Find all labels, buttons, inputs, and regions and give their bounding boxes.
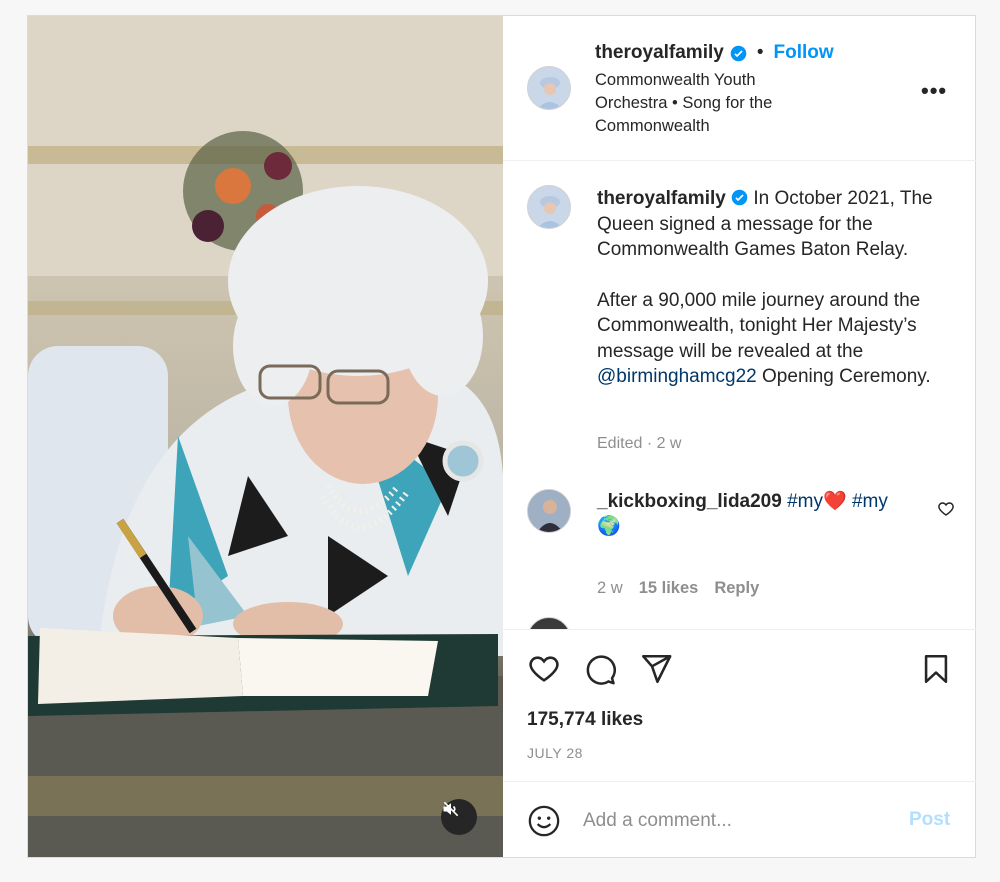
- author-username[interactable]: theroyalfamily: [595, 42, 724, 64]
- author-avatar[interactable]: [527, 66, 571, 110]
- bookmark-icon[interactable]: [919, 652, 953, 686]
- add-comment-bar: Post: [503, 782, 976, 857]
- post-button[interactable]: Post: [909, 809, 950, 831]
- mute-button[interactable]: [441, 799, 477, 835]
- comment-item: _kickboxing_lida209 #my❤️ #my 🌍: [597, 489, 927, 539]
- next-commenter-avatar[interactable]: [527, 617, 571, 629]
- caption-text: Opening Ceremony.: [762, 366, 931, 387]
- post-side-panel: theroyalfamily • Follow Commonwealth You…: [503, 16, 976, 857]
- caption-author-avatar[interactable]: [527, 185, 571, 229]
- comment-input[interactable]: [583, 804, 883, 838]
- avatar-image: [528, 490, 570, 532]
- comments-list[interactable]: theroyalfamily In October 2021, The Quee…: [503, 161, 976, 629]
- likes-count[interactable]: 175,774 likes: [527, 709, 643, 731]
- caption-author-username[interactable]: theroyalfamily: [597, 188, 726, 209]
- comment-meta: 2 w 15 likes Reply: [597, 579, 759, 598]
- comment-likes[interactable]: 15 likes: [639, 579, 699, 598]
- caption-text: After a 90,000 mile journey around the C…: [597, 289, 921, 362]
- reply-button[interactable]: Reply: [714, 579, 759, 598]
- comment-like-icon[interactable]: [937, 500, 955, 518]
- more-options-button[interactable]: •••: [921, 78, 947, 104]
- mention-link[interactable]: @birminghamcg22: [597, 366, 757, 387]
- video-frame: [28, 16, 503, 857]
- heart-emoji: ❤️: [823, 491, 847, 512]
- post-video[interactable]: [28, 16, 503, 857]
- separator-dot: •: [756, 42, 764, 63]
- follow-button[interactable]: Follow: [773, 42, 833, 64]
- post-date: JULY 28: [527, 745, 583, 761]
- post-dialog: theroyalfamily • Follow Commonwealth You…: [27, 15, 976, 858]
- hashtag-link[interactable]: #my: [787, 491, 823, 512]
- post-actions: 175,774 likes JULY 28: [503, 629, 976, 782]
- speaker-muted-icon: [443, 801, 459, 817]
- header-user-row: theroyalfamily • Follow: [595, 42, 834, 64]
- post-location[interactable]: Commonwealth Youth Orchestra • Song for …: [595, 69, 835, 138]
- share-icon[interactable]: [639, 652, 673, 686]
- comment-icon[interactable]: [583, 652, 617, 686]
- commenter-avatar[interactable]: [527, 489, 571, 533]
- verified-badge-icon: [731, 189, 748, 206]
- verified-badge-icon: [730, 45, 747, 61]
- post-header: theroyalfamily • Follow Commonwealth You…: [503, 16, 976, 161]
- avatar-image: [528, 186, 570, 228]
- hashtag-link[interactable]: #my: [852, 491, 888, 512]
- emoji-icon[interactable]: [527, 804, 561, 838]
- comment-age: 2 w: [597, 579, 623, 597]
- location-line: Commonwealth Youth: [595, 71, 756, 89]
- location-line: Commonwealth: [595, 117, 710, 135]
- post-caption: theroyalfamily In October 2021, The Quee…: [597, 186, 937, 390]
- location-line: Orchestra • Song for the: [595, 94, 773, 112]
- globe-emoji: 🌍: [597, 516, 621, 537]
- commenter-username[interactable]: _kickboxing_lida209: [597, 491, 782, 512]
- heart-icon[interactable]: [527, 652, 561, 686]
- avatar-image: [528, 67, 570, 109]
- caption-meta: Edited · 2 w: [597, 435, 682, 452]
